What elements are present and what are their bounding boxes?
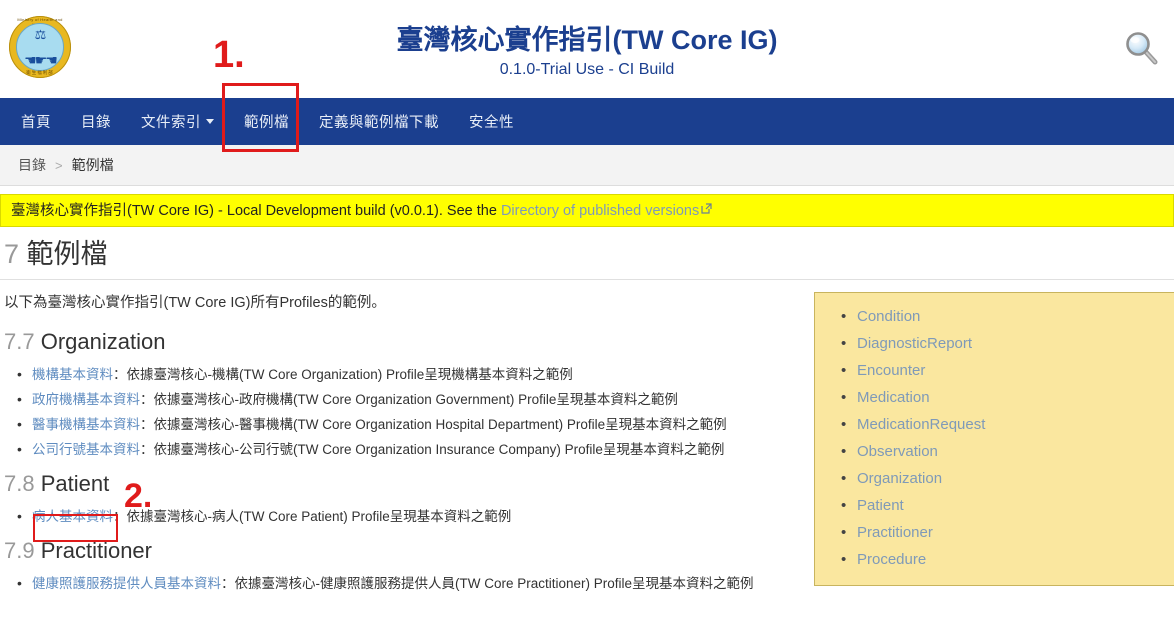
section-number: 7.9 xyxy=(4,538,35,563)
sidebar-item-procedure[interactable]: Procedure xyxy=(857,551,926,568)
list-item: MedicationRequest xyxy=(815,411,1174,438)
page-heading-text: 範例檔 xyxy=(27,239,108,269)
section-heading-organization: 7.7 Organization xyxy=(4,328,810,356)
sidebar-item-patient[interactable]: Patient xyxy=(857,497,904,514)
example-description: ：依據臺灣核心-公司行號(TW Core Organization Insura… xyxy=(140,442,724,457)
sidebar-item-organization[interactable]: Organization xyxy=(857,470,942,487)
people-icon: ☚☛☚ xyxy=(17,53,63,67)
section-heading-practitioner: 7.9 Practitioner xyxy=(4,537,810,565)
banner-text: 臺灣核心實作指引(TW Core IG) - Local Development… xyxy=(11,203,501,219)
example-description: ：依據臺灣核心-機構(TW Core Organization) Profile… xyxy=(113,367,573,382)
sidebar-item-diagnosticreport[interactable]: DiagnosticReport xyxy=(857,335,972,352)
resource-index-box: Condition DiagnosticReport Encounter Med… xyxy=(814,292,1174,586)
chevron-down-icon xyxy=(206,119,214,124)
example-list-practitioner: 健康照護服務提供人員基本資料：依據臺灣核心-健康照護服務提供人員(TW Core… xyxy=(4,571,810,596)
caduceus-icon: ⚖ xyxy=(17,28,63,41)
breadcrumb-parent[interactable]: 目錄 xyxy=(18,155,46,175)
nav-item-home[interactable]: 首頁 xyxy=(6,98,66,145)
example-link[interactable]: 公司行號基本資料 xyxy=(32,442,140,457)
page-heading: 7 範例檔 xyxy=(0,227,1174,280)
list-item: Observation xyxy=(815,438,1174,465)
site-logo[interactable]: Ministry of Health and Welfare ⚖ ☚☛☚ 衛生福… xyxy=(9,16,71,78)
search-icon[interactable] xyxy=(1122,28,1162,68)
nav-item-examples[interactable]: 範例檔 xyxy=(229,98,304,145)
list-item: 公司行號基本資料：依據臺灣核心-公司行號(TW Core Organizatio… xyxy=(4,437,810,462)
list-item: 政府機構基本資料：依據臺灣核心-政府機構(TW Core Organizatio… xyxy=(4,387,810,412)
page-version-subtitle: 0.1.0-Trial Use - CI Build xyxy=(0,58,1174,82)
nav-item-artifact-index[interactable]: 文件索引 xyxy=(126,98,229,145)
page-section-number: 7 xyxy=(4,239,19,269)
list-item: DiagnosticReport xyxy=(815,330,1174,357)
build-status-banner: 臺灣核心實作指引(TW Core IG) - Local Development… xyxy=(0,194,1174,227)
section-title: Patient xyxy=(41,471,110,496)
list-item: Encounter xyxy=(815,357,1174,384)
intro-paragraph: 以下為臺灣核心實作指引(TW Core IG)所有Profiles的範例。 xyxy=(4,292,810,314)
example-description: ：依據臺灣核心-健康照護服務提供人員(TW Core Practitioner)… xyxy=(221,576,754,591)
list-item: Condition xyxy=(815,303,1174,330)
breadcrumb-separator: > xyxy=(55,158,63,173)
nav-item-label: 首頁 xyxy=(21,111,51,132)
list-item: 機構基本資料：依據臺灣核心-機構(TW Core Organization) P… xyxy=(4,362,810,387)
published-versions-link[interactable]: Directory of published versions xyxy=(501,203,699,219)
example-list-patient: 病人基本資料：依據臺灣核心-病人(TW Core Patient) Profil… xyxy=(4,504,810,529)
example-link[interactable]: 機構基本資料 xyxy=(32,367,113,382)
main-navigation: 首頁 目錄 文件索引 範例檔 定義與範例檔下載 安全性 xyxy=(0,98,1174,145)
nav-item-label: 目錄 xyxy=(81,111,111,132)
sidebar-item-encounter[interactable]: Encounter xyxy=(857,362,925,379)
sidebar-item-condition[interactable]: Condition xyxy=(857,308,920,325)
page-title: 臺灣核心實作指引(TW Core IG) xyxy=(0,22,1174,58)
logo-ring-text-bottom: 衛生福利部 xyxy=(9,70,71,76)
breadcrumb: 目錄 > 範例檔 xyxy=(0,145,1174,186)
section-heading-patient: 7.8 Patient xyxy=(4,470,810,498)
header-title-block: 臺灣核心實作指引(TW Core IG) 0.1.0-Trial Use - C… xyxy=(0,16,1174,82)
list-item: 病人基本資料：依據臺灣核心-病人(TW Core Patient) Profil… xyxy=(4,504,810,529)
example-description: ：依據臺灣核心-病人(TW Core Patient) Profile呈現基本資… xyxy=(113,509,511,524)
section-title: Organization xyxy=(41,329,166,354)
example-link[interactable]: 醫事機構基本資料 xyxy=(32,417,140,432)
list-item: 醫事機構基本資料：依據臺灣核心-醫事機構(TW Core Organizatio… xyxy=(4,412,810,437)
nav-item-label: 文件索引 xyxy=(141,111,201,132)
example-description: ：依據臺灣核心-醫事機構(TW Core Organization Hospit… xyxy=(140,417,727,432)
list-item: 健康照護服務提供人員基本資料：依據臺灣核心-健康照護服務提供人員(TW Core… xyxy=(4,571,810,596)
sidebar-item-observation[interactable]: Observation xyxy=(857,443,938,460)
breadcrumb-current: 範例檔 xyxy=(72,155,114,175)
list-item: Medication xyxy=(815,384,1174,411)
site-header: Ministry of Health and Welfare ⚖ ☚☛☚ 衛生福… xyxy=(0,0,1174,98)
logo-inner-disc: ⚖ ☚☛☚ xyxy=(16,23,64,71)
list-item: Patient xyxy=(815,492,1174,519)
sidebar-item-practitioner[interactable]: Practitioner xyxy=(857,524,933,541)
main-content-column: 以下為臺灣核心實作指引(TW Core IG)所有Profiles的範例。 7.… xyxy=(0,292,810,600)
list-item: Practitioner xyxy=(815,519,1174,546)
example-link[interactable]: 健康照護服務提供人員基本資料 xyxy=(32,576,221,591)
example-list-organization: 機構基本資料：依據臺灣核心-機構(TW Core Organization) P… xyxy=(4,362,810,462)
content-area: 以下為臺灣核心實作指引(TW Core IG)所有Profiles的範例。 7.… xyxy=(0,280,1174,600)
logo-outer-ring: Ministry of Health and Welfare ⚖ ☚☛☚ 衛生福… xyxy=(9,16,71,78)
nav-item-label: 安全性 xyxy=(469,111,514,132)
list-item: Organization xyxy=(815,465,1174,492)
sidebar-item-medicationrequest[interactable]: MedicationRequest xyxy=(857,416,985,433)
nav-item-toc[interactable]: 目錄 xyxy=(66,98,126,145)
sidebar-column: Condition DiagnosticReport Encounter Med… xyxy=(810,292,1174,600)
sidebar-item-medication[interactable]: Medication xyxy=(857,389,930,406)
example-link[interactable]: 政府機構基本資料 xyxy=(32,392,140,407)
resource-index-list: Condition DiagnosticReport Encounter Med… xyxy=(815,303,1174,573)
section-title: Practitioner xyxy=(41,538,152,563)
nav-item-label: 定義與範例檔下載 xyxy=(319,111,439,132)
nav-item-downloads[interactable]: 定義與範例檔下載 xyxy=(304,98,454,145)
section-number: 7.7 xyxy=(4,329,35,354)
nav-item-security[interactable]: 安全性 xyxy=(454,98,529,145)
external-link-icon xyxy=(701,200,712,220)
list-item: Procedure xyxy=(815,546,1174,573)
example-description: ：依據臺灣核心-政府機構(TW Core Organization Govern… xyxy=(140,392,678,407)
section-number: 7.8 xyxy=(4,471,35,496)
nav-item-label: 範例檔 xyxy=(244,111,289,132)
example-link-patient-basic[interactable]: 病人基本資料 xyxy=(32,509,113,524)
